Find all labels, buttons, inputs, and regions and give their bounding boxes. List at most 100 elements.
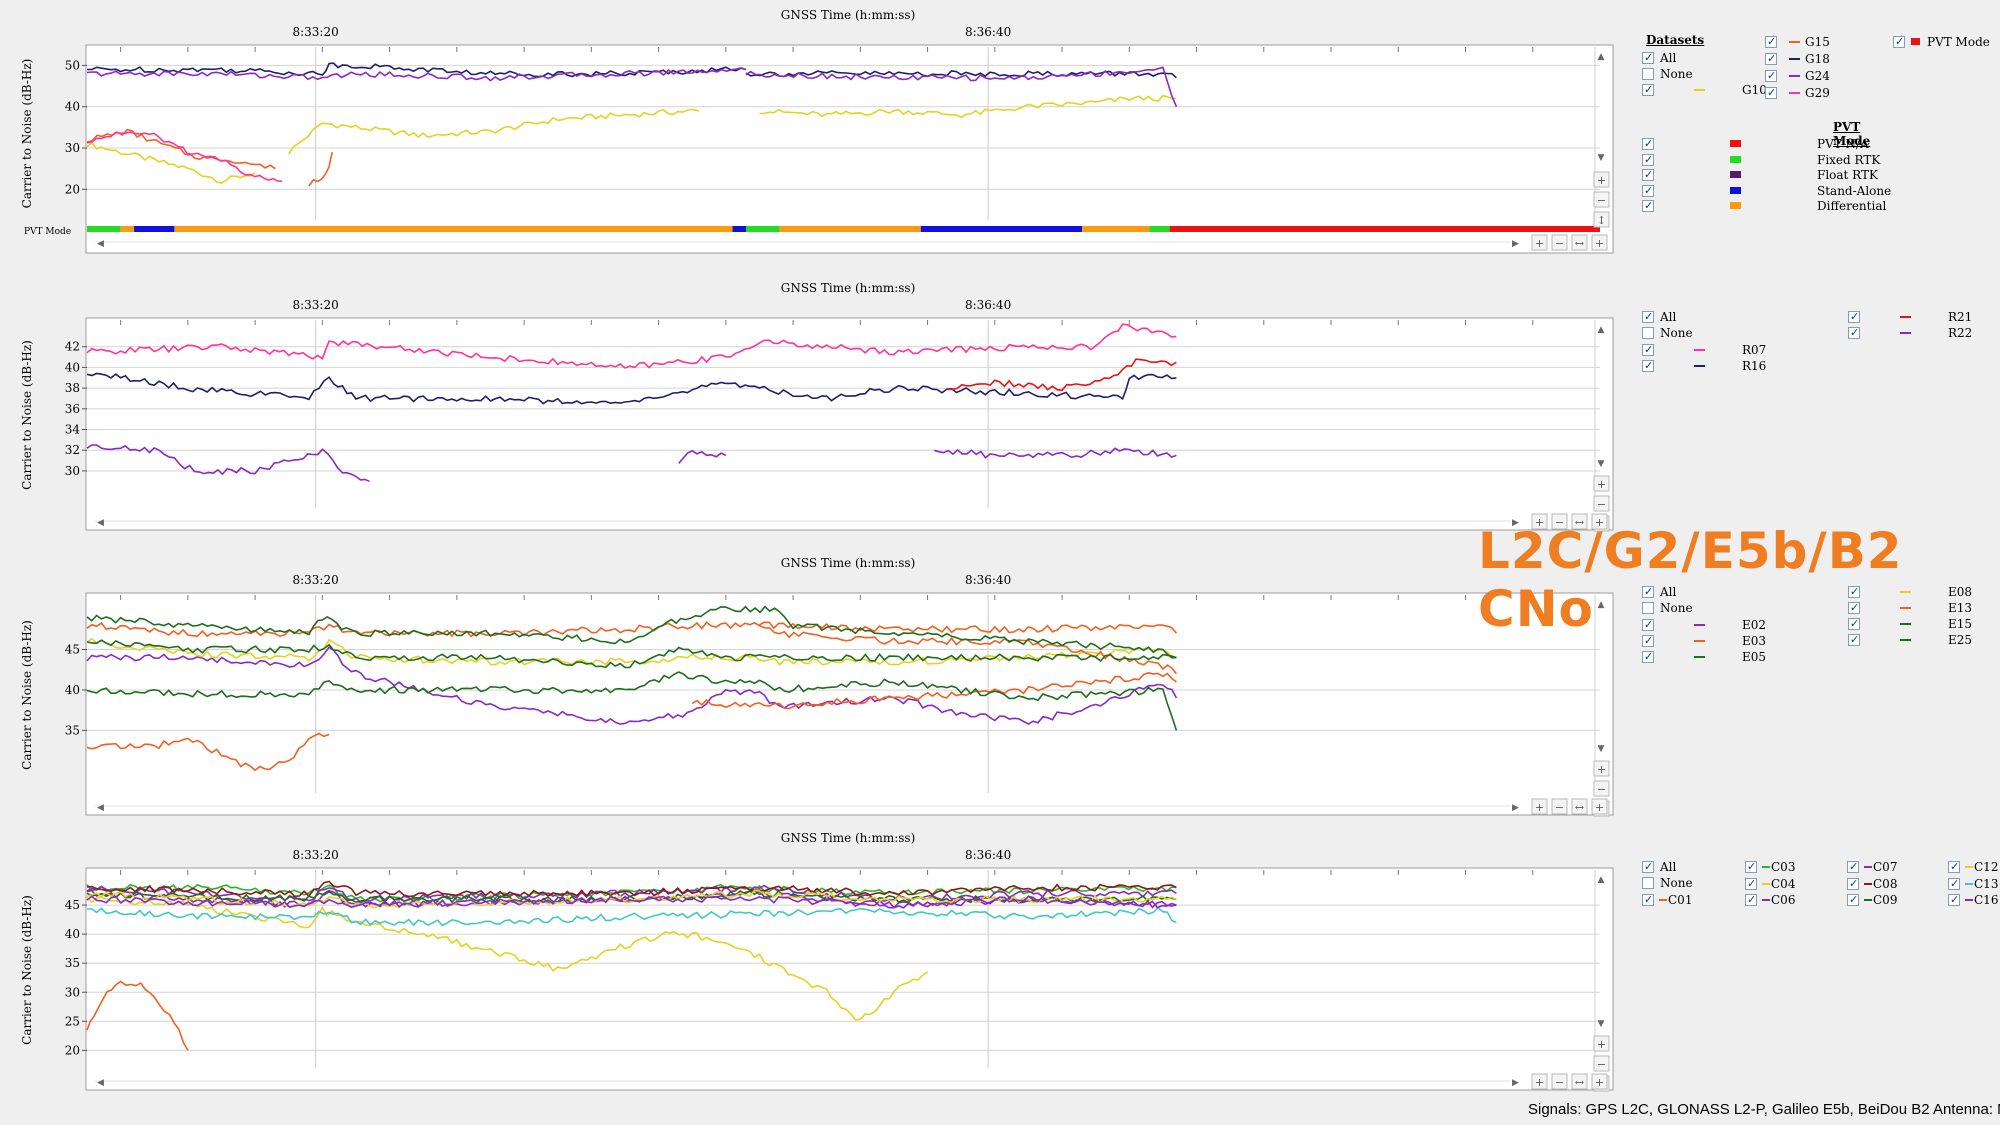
checkbox[interactable] <box>1765 34 1777 50</box>
scroll-up-icon[interactable]: ▲ <box>1598 52 1605 62</box>
zoom-control-h-icon[interactable]: + <box>1535 1076 1544 1089</box>
zoom-control-v-icon[interactable]: + <box>1597 174 1606 187</box>
y-tick-label: 30 <box>65 985 80 999</box>
scroll-left-icon[interactable]: ◀ <box>97 239 104 249</box>
pvt-segment <box>174 226 733 232</box>
checkbox[interactable] <box>1745 859 1757 875</box>
checkbox[interactable] <box>1848 309 1860 325</box>
checkbox[interactable] <box>1642 198 1654 214</box>
plot-frame <box>85 592 1614 816</box>
checkbox[interactable] <box>1642 877 1654 889</box>
checkbox[interactable] <box>1642 82 1654 98</box>
checkbox[interactable] <box>1765 68 1777 84</box>
scroll-right-icon[interactable]: ▶ <box>1512 239 1519 249</box>
scroll-right-icon[interactable]: ▶ <box>1512 1078 1519 1088</box>
pvt-segment <box>87 226 121 232</box>
checkbox[interactable] <box>1893 34 1905 50</box>
checkbox[interactable] <box>1765 51 1777 67</box>
checkbox[interactable] <box>1642 892 1654 908</box>
checkbox[interactable] <box>1642 859 1654 875</box>
zoom-control-h-icon[interactable]: ↔ <box>1575 237 1584 250</box>
pvt-segment <box>1149 226 1170 232</box>
zoom-control-h-icon[interactable]: − <box>1555 801 1564 814</box>
x-tick-label: 8:36:40 <box>965 25 1011 39</box>
y-tick-label: 40 <box>65 683 80 697</box>
checkbox[interactable] <box>1847 859 1859 875</box>
x-tick-label: 8:36:40 <box>965 848 1011 862</box>
legend-label: C13 <box>1974 876 1999 891</box>
checkbox[interactable] <box>1848 325 1860 341</box>
zoom-control-v-icon[interactable]: − <box>1597 194 1606 207</box>
checkbox[interactable] <box>1642 152 1654 168</box>
scroll-left-icon[interactable]: ◀ <box>97 518 104 528</box>
scroll-up-icon[interactable]: ▲ <box>1598 875 1605 885</box>
zoom-control-v-icon[interactable]: + <box>1597 1038 1606 1051</box>
checkbox[interactable] <box>1847 876 1859 892</box>
checkbox[interactable] <box>1642 309 1654 325</box>
checkbox[interactable] <box>1642 183 1654 199</box>
x-tick-label: 8:33:20 <box>292 573 338 587</box>
legend-label: Float RTK <box>1817 168 1878 182</box>
legend-swatch <box>1789 92 1800 94</box>
zoom-control-v-icon[interactable]: ↕ <box>1597 214 1606 227</box>
checkbox[interactable] <box>1948 876 1960 892</box>
checkbox[interactable] <box>1642 50 1654 66</box>
zoom-control-h-icon[interactable]: ↔ <box>1575 801 1584 814</box>
zoom-control-h-icon[interactable]: + <box>1595 1076 1604 1089</box>
legend-label: None <box>1660 326 1693 340</box>
zoom-control-h-icon[interactable]: + <box>1595 237 1604 250</box>
legend-label: C12 <box>1974 860 1999 874</box>
zoom-control-h-icon[interactable]: + <box>1535 801 1544 814</box>
scroll-right-icon[interactable]: ▶ <box>1512 803 1519 813</box>
checkbox[interactable] <box>1642 68 1654 80</box>
checkbox[interactable] <box>1642 327 1654 339</box>
zoom-control-v-icon[interactable]: − <box>1597 498 1606 511</box>
scroll-up-icon[interactable]: ▲ <box>1598 325 1605 335</box>
checkbox[interactable] <box>1642 342 1654 358</box>
zoom-control-v-icon[interactable]: − <box>1597 1058 1606 1071</box>
zoom-control-h-icon[interactable]: + <box>1595 801 1604 814</box>
checkbox[interactable] <box>1765 85 1777 101</box>
checkbox[interactable] <box>1745 892 1757 908</box>
checkbox[interactable] <box>1642 136 1654 152</box>
pvt-segment <box>1169 226 1600 232</box>
legend-label: All <box>1660 310 1677 324</box>
legend-swatch <box>1694 365 1705 367</box>
scroll-left-icon[interactable]: ◀ <box>97 803 104 813</box>
pvt-row-label: PVT Mode <box>24 227 71 237</box>
zoom-control-h-icon[interactable]: ↔ <box>1575 1076 1584 1089</box>
y-axis-title: Carrier to Noise (dB-Hz) <box>20 895 34 1045</box>
zoom-control-h-icon[interactable]: + <box>1535 237 1544 250</box>
zoom-control-v-icon[interactable]: + <box>1597 478 1606 491</box>
x-tick-label: 8:33:20 <box>292 848 338 862</box>
scroll-down-icon[interactable]: ▼ <box>1598 153 1605 163</box>
checkbox[interactable] <box>1948 859 1960 875</box>
scroll-left-icon[interactable]: ◀ <box>97 1078 104 1088</box>
checkbox[interactable] <box>1642 649 1654 665</box>
zoom-control-h-icon[interactable]: − <box>1555 1076 1564 1089</box>
legend-swatch <box>1762 899 1770 901</box>
signals-footer: Signals: GPS L2C, GLONASS L2-P, Galileo … <box>1528 1101 2000 1118</box>
legend-label: G29 <box>1805 86 1830 100</box>
scroll-down-icon[interactable]: ▼ <box>1598 1019 1605 1029</box>
checkbox[interactable] <box>1642 167 1654 183</box>
checkbox[interactable] <box>1642 358 1654 374</box>
y-tick-label: 20 <box>65 1043 80 1057</box>
scroll-down-icon[interactable]: ▼ <box>1598 459 1605 469</box>
legend-label: C09 <box>1873 893 1898 907</box>
checkbox[interactable] <box>1948 892 1960 908</box>
pvt-segment <box>134 226 175 232</box>
zoom-control-h-icon[interactable]: − <box>1555 237 1564 250</box>
scroll-down-icon[interactable]: ▼ <box>1598 744 1605 754</box>
legend-swatch <box>1789 41 1800 43</box>
zoom-control-v-icon[interactable]: − <box>1597 783 1606 796</box>
legend-label: G24 <box>1805 69 1830 83</box>
x-tick-label: 8:36:40 <box>965 298 1011 312</box>
checkbox[interactable] <box>1847 892 1859 908</box>
y-tick-label: 25 <box>65 1014 80 1028</box>
chart-panel-gps: GNSS Time (h:mm:ss)8:33:208:36:408:40:00… <box>0 0 1620 270</box>
zoom-control-v-icon[interactable]: + <box>1597 763 1606 776</box>
pvt-segment <box>732 226 746 232</box>
checkbox[interactable] <box>1745 876 1757 892</box>
y-tick-label: 35 <box>65 723 80 737</box>
